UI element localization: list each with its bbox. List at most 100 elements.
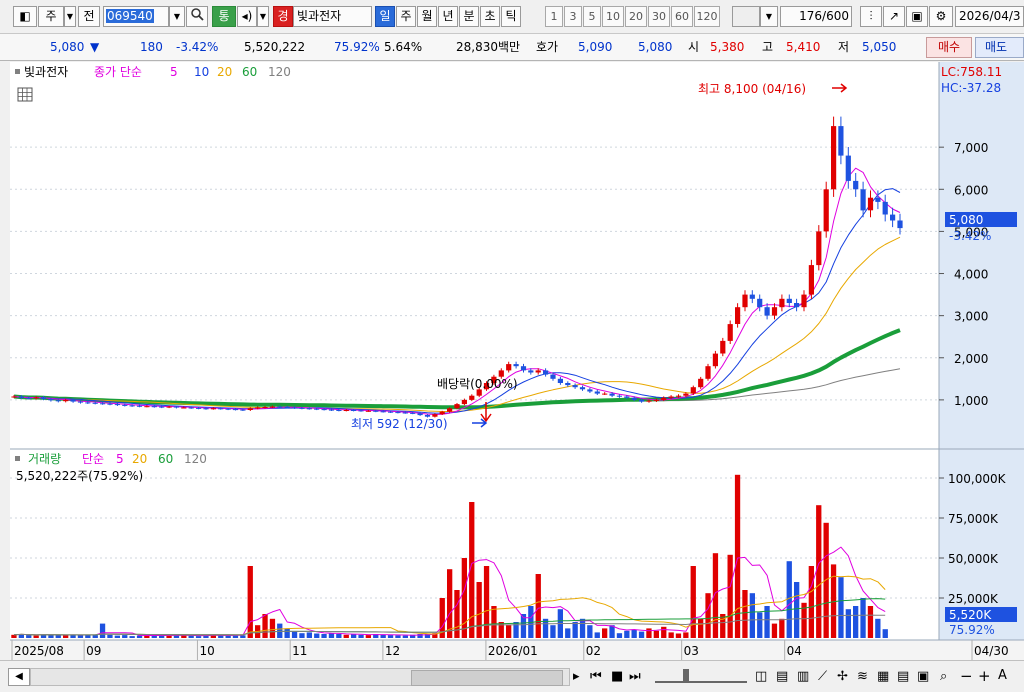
zoom-search-icon[interactable]: ⌕ bbox=[940, 668, 947, 686]
table-view-icon[interactable] bbox=[17, 87, 33, 102]
fibonacci-tool-icon[interactable]: ≋ bbox=[857, 668, 868, 686]
search-icon[interactable] bbox=[186, 6, 208, 27]
chart-grid-icon[interactable]: ▦ bbox=[877, 668, 889, 686]
sell-button[interactable]: 매도 bbox=[975, 37, 1024, 58]
minute-step-3[interactable]: 3 bbox=[564, 6, 582, 27]
market-dropdown-icon[interactable]: ▼ bbox=[64, 6, 76, 27]
count-dropdown-icon[interactable]: ▼ bbox=[760, 6, 778, 27]
legend-ma10: 10 bbox=[194, 65, 209, 79]
code-dropdown-icon[interactable]: ▼ bbox=[169, 6, 185, 27]
play-back-icon[interactable]: ⏮ bbox=[590, 668, 602, 686]
candle-body bbox=[853, 180, 859, 190]
period-tab-1[interactable]: 주 bbox=[396, 6, 416, 27]
period-tab-2[interactable]: 월 bbox=[417, 6, 437, 27]
price-direction-icon: ▼ bbox=[90, 40, 100, 54]
scroll-track[interactable] bbox=[30, 668, 570, 686]
candle-body bbox=[838, 126, 844, 156]
minute-step-120[interactable]: 120 bbox=[694, 6, 720, 27]
volume-bar bbox=[853, 606, 859, 638]
scroll-left-icon[interactable]: ◀ bbox=[8, 668, 30, 686]
count-input[interactable]: 176/600 bbox=[780, 6, 852, 27]
buy-button[interactable]: 매수 bbox=[926, 37, 972, 58]
candle-body bbox=[653, 399, 659, 401]
overlay-icon[interactable]: ▥ bbox=[797, 668, 809, 686]
font-size-icon[interactable]: A bbox=[998, 667, 1007, 685]
minute-step-60[interactable]: 60 bbox=[671, 6, 693, 27]
candle-body bbox=[92, 402, 98, 404]
volume-bar bbox=[284, 628, 290, 638]
volume-bar bbox=[594, 632, 600, 638]
zoom-out-icon[interactable]: − bbox=[960, 667, 973, 685]
volume-bar bbox=[838, 577, 844, 638]
speaker-dropdown-icon[interactable]: ▼ bbox=[257, 6, 269, 27]
save-icon[interactable]: ▣ bbox=[906, 6, 928, 27]
period-tab-5[interactable]: 초 bbox=[480, 6, 500, 27]
candle-body bbox=[454, 404, 460, 409]
candle-body bbox=[447, 408, 453, 412]
candle-body bbox=[757, 298, 763, 308]
gear-icon[interactable]: ⚙ bbox=[929, 6, 953, 27]
candle-body bbox=[698, 378, 704, 388]
candle-body bbox=[159, 406, 165, 408]
candle-body bbox=[616, 395, 622, 397]
period-tab-6[interactable]: 틱 bbox=[501, 6, 521, 27]
period-tab-3[interactable]: 년 bbox=[438, 6, 458, 27]
minute-step-5[interactable]: 5 bbox=[583, 6, 601, 27]
volume-bar bbox=[661, 626, 667, 638]
price-tick-label: 1,000 bbox=[954, 394, 988, 408]
candle-body bbox=[218, 408, 224, 410]
candle-body bbox=[860, 189, 866, 211]
period-tab-0[interactable]: 일 bbox=[375, 6, 395, 27]
volume-bar bbox=[698, 618, 704, 638]
step-spacer bbox=[732, 6, 760, 27]
type-select[interactable]: 전 bbox=[78, 6, 100, 27]
scroll-right-icon[interactable]: ▸ bbox=[573, 668, 580, 686]
minute-step-20[interactable]: 20 bbox=[625, 6, 647, 27]
image-icon[interactable]: ▣ bbox=[917, 668, 929, 686]
candle-body bbox=[749, 294, 755, 299]
cross-tool-icon[interactable]: ✢ bbox=[837, 668, 848, 686]
count-total: /600 bbox=[822, 9, 849, 23]
play-forward-icon[interactable]: ⏭ bbox=[629, 668, 641, 686]
volume-bar bbox=[77, 635, 84, 638]
market-select[interactable]: 주 bbox=[38, 6, 64, 27]
chart-background bbox=[10, 62, 1024, 640]
candle-body bbox=[520, 366, 527, 371]
zoom-in-icon[interactable]: + bbox=[978, 667, 991, 685]
trend-tool-icon[interactable]: ⟋ bbox=[818, 668, 827, 686]
indicator-icon[interactable]: ⫶ bbox=[860, 6, 882, 27]
candle-body bbox=[557, 378, 563, 383]
zoom-slider-thumb[interactable] bbox=[683, 669, 689, 681]
volume-bar bbox=[875, 618, 881, 638]
zoom-slider[interactable] bbox=[655, 669, 747, 683]
volume-bar bbox=[387, 635, 394, 638]
line-type-icon[interactable]: ▤ bbox=[776, 668, 788, 686]
candle-body bbox=[410, 412, 416, 414]
table-icon[interactable]: ▤ bbox=[897, 668, 909, 686]
stock-code-value: 069540 bbox=[106, 9, 154, 23]
minute-step-30[interactable]: 30 bbox=[648, 6, 670, 27]
volume-bar bbox=[136, 635, 143, 638]
stop-icon[interactable]: ■ bbox=[611, 668, 623, 686]
candle-body bbox=[114, 404, 120, 406]
candle-body bbox=[646, 400, 652, 402]
stock-code-input[interactable]: 069540 bbox=[103, 6, 169, 27]
minute-step-10[interactable]: 10 bbox=[602, 6, 624, 27]
drawing-tool-icon[interactable]: ↗ bbox=[883, 6, 905, 27]
date-input[interactable]: 2026/04/3 bbox=[955, 6, 1024, 27]
candle-body bbox=[801, 294, 807, 308]
period-tab-4[interactable]: 분 bbox=[459, 6, 479, 27]
scroll-thumb[interactable] bbox=[411, 670, 563, 686]
screen-menu-icon[interactable]: ◧ bbox=[13, 6, 37, 27]
speaker-icon[interactable]: ◂) bbox=[237, 6, 257, 27]
broadcast-badge[interactable]: 통 bbox=[212, 6, 236, 27]
candle-body bbox=[594, 391, 600, 394]
candle-body bbox=[417, 413, 423, 416]
candle-body bbox=[321, 409, 327, 411]
x-axis-label: 11 bbox=[292, 644, 307, 658]
minute-step-1[interactable]: 1 bbox=[545, 6, 563, 27]
volume-tick-label: 100,000K bbox=[948, 472, 1007, 486]
stock-chart[interactable]: 빛과전자 종가 단순 5 10 20 60 120 LC:758.11 HC:-… bbox=[10, 62, 1024, 660]
candle-type-icon[interactable]: ◫ bbox=[755, 668, 767, 686]
high-label: 고 bbox=[762, 40, 774, 54]
